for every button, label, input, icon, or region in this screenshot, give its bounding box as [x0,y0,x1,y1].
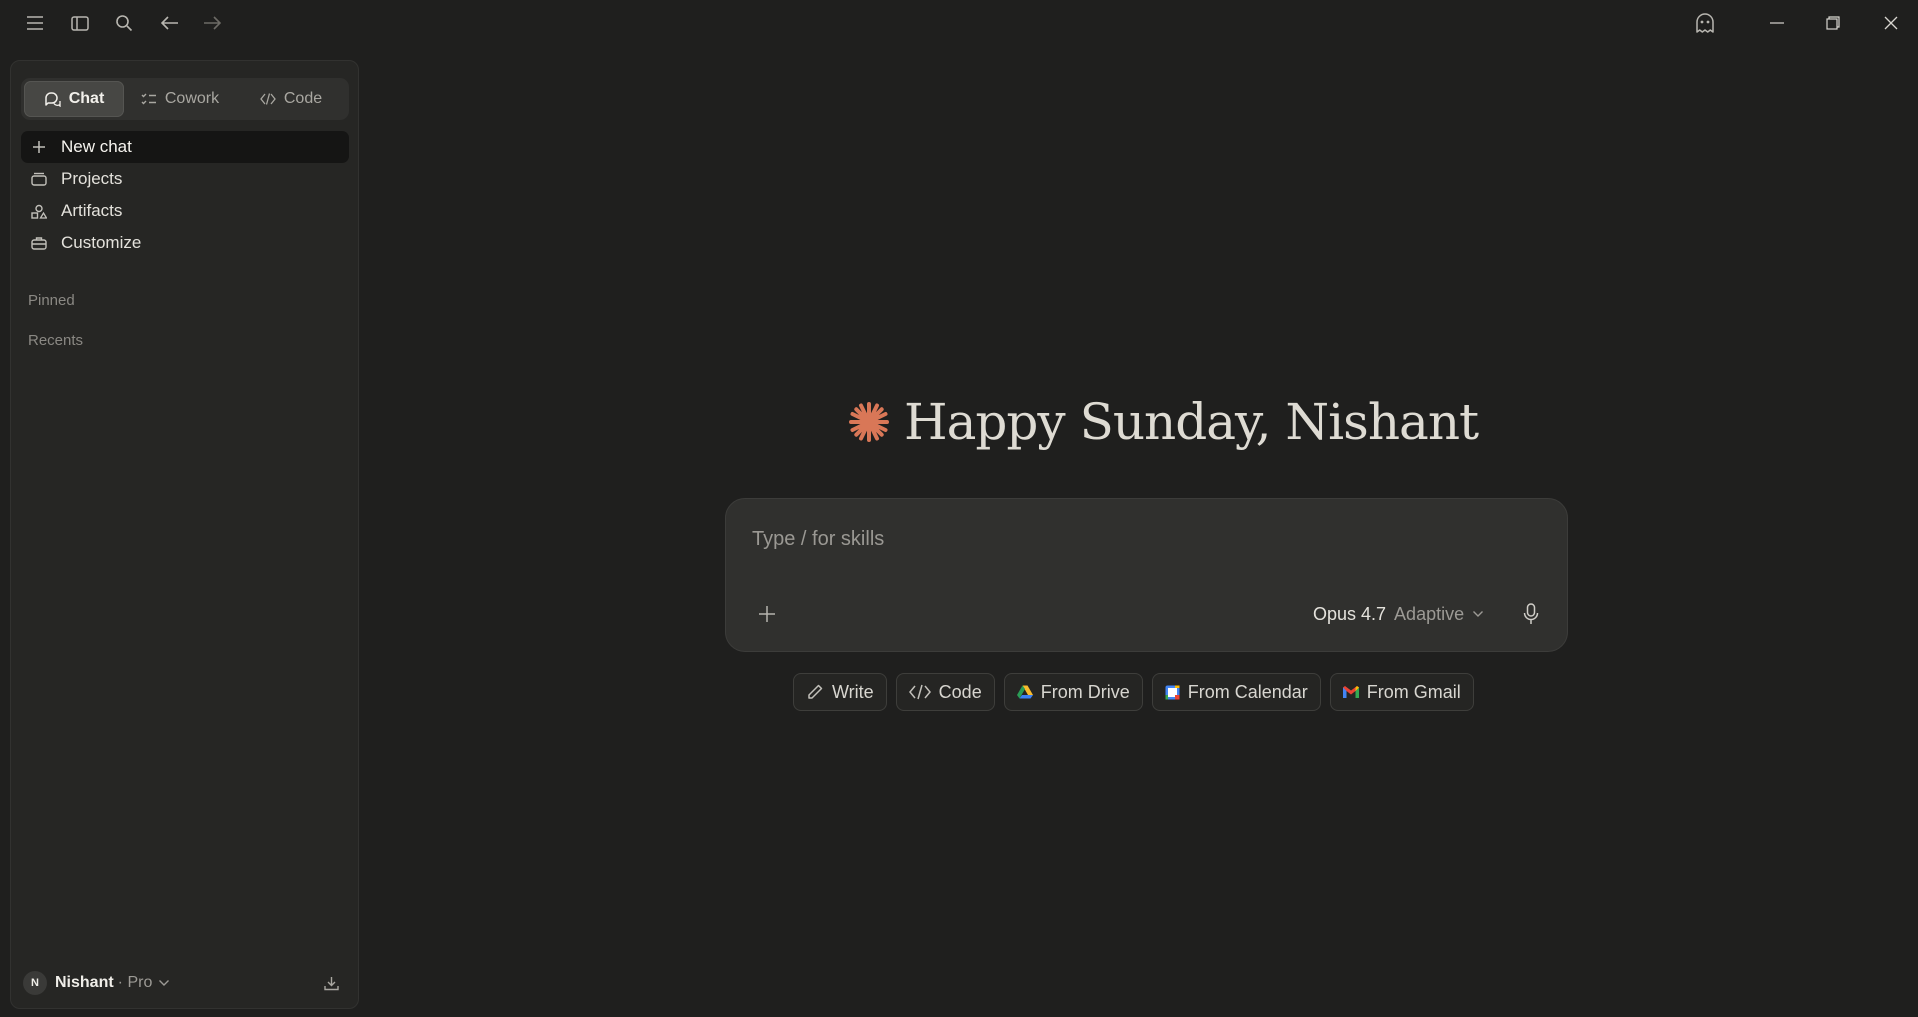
microphone-icon [1523,603,1539,625]
sidebar-item-new-chat[interactable]: New chat [21,131,349,163]
chip-label: Code [938,681,982,702]
sidebar-item-label: Projects [61,169,123,188]
suggestion-chips: Write Code From Drive From Calendar From… [793,673,1474,711]
tab-code-label: Code [283,90,323,107]
chevron-down-icon [1472,610,1484,618]
plus-icon [758,605,776,623]
sidebar-item-customize[interactable]: Customize [21,227,349,259]
tab-code[interactable]: Code [236,81,346,117]
greeting: Happy Sunday, Nishant [848,392,1479,452]
sidebar-item-artifacts[interactable]: Artifacts [21,195,349,227]
plus-icon [31,140,47,154]
from-calendar-chip[interactable]: From Calendar [1151,673,1321,711]
code-chip[interactable]: Code [895,673,995,711]
chip-label: From Drive [1040,681,1130,702]
menu-icon[interactable] [22,10,48,36]
message-input[interactable] [752,525,1532,553]
avatar: N [23,971,47,995]
from-drive-chip[interactable]: From Drive [1003,673,1143,711]
greeting-text: Happy Sunday, Nishant [904,393,1479,451]
chip-label: From Calendar [1187,681,1308,702]
model-name: Opus 4.7 [1313,603,1387,624]
chat-bubbles-icon [44,91,61,107]
tab-chat[interactable]: Chat [24,81,124,117]
back-arrow-icon[interactable] [157,10,183,36]
user-plan: · Pro [117,974,153,991]
code-brackets-icon [908,684,931,700]
chip-label: Write [832,681,874,702]
user-name: Nishant [55,974,114,991]
folder-stack-icon [31,172,47,186]
restore-icon[interactable] [1818,8,1848,38]
tab-cowork[interactable]: Cowork [124,81,236,117]
sidebar-item-label: New chat [61,137,132,156]
microphone-button[interactable] [1516,599,1546,629]
tab-chat-label: Chat [68,90,105,107]
google-calendar-icon [1165,685,1180,700]
forward-arrow-icon[interactable] [199,10,225,36]
write-chip[interactable]: Write [793,673,887,711]
pencil-icon [806,683,824,701]
shapes-icon [31,204,47,219]
close-icon[interactable] [1876,8,1906,38]
add-attachment-button[interactable] [752,599,782,629]
from-gmail-chip[interactable]: From Gmail [1329,673,1474,711]
title-bar [0,0,1918,44]
tab-cowork-label: Cowork [164,90,220,107]
model-selector[interactable]: Opus 4.7 Adaptive [1313,599,1484,629]
composer: Opus 4.7 Adaptive [725,498,1568,652]
model-mode: Adaptive [1394,603,1465,624]
user-menu[interactable]: N Nishant · Pro [23,968,349,998]
section-recents: Recents [28,332,84,349]
minimize-icon[interactable] [1762,8,1792,38]
code-brackets-icon [260,93,276,105]
sidebar-toggle-icon[interactable] [67,10,93,36]
chevron-down-icon [158,979,170,987]
checklist-icon [141,92,157,106]
section-pinned: Pinned [28,292,75,309]
sidebar: Chat Cowork Code New chat Projects Artif… [10,60,359,1009]
sidebar-item-projects[interactable]: Projects [21,163,349,195]
download-icon[interactable] [324,976,339,991]
chip-label: From Gmail [1366,681,1461,702]
sparkle-logo-icon [848,401,890,443]
sidebar-item-label: Customize [61,233,142,252]
sidebar-item-label: Artifacts [61,201,123,220]
search-icon[interactable] [111,10,137,36]
gmail-icon [1342,686,1359,698]
ghost-icon[interactable] [1692,10,1718,36]
google-drive-icon [1016,685,1033,699]
mode-switch: Chat Cowork Code [21,78,349,120]
briefcase-icon [31,236,47,250]
